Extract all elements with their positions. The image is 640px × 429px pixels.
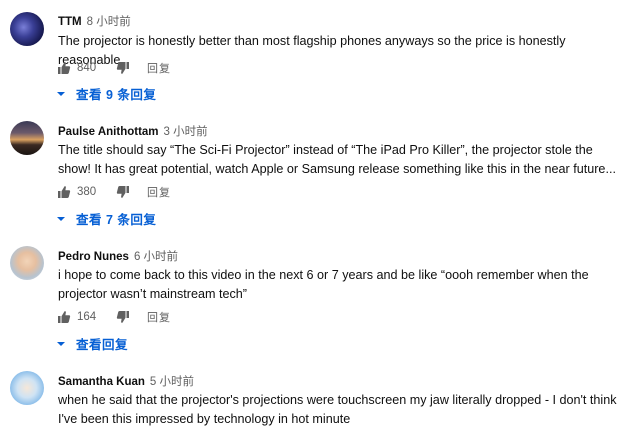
thumbs-down-icon[interactable] bbox=[115, 60, 131, 76]
comment-text: i hope to come back to this video in the… bbox=[58, 268, 589, 301]
like-count: 380 bbox=[77, 186, 97, 198]
comment-actions: 164 回复 bbox=[56, 308, 171, 326]
comment-text: when he said that the projector's projec… bbox=[58, 393, 617, 426]
comment-time[interactable]: 3 小时前 bbox=[164, 123, 208, 139]
view-replies-button[interactable]: 查看 7 条回复 bbox=[56, 209, 156, 228]
comment-time[interactable]: 6 小时前 bbox=[134, 248, 178, 264]
like-count: 840 bbox=[77, 62, 97, 74]
avatar[interactable] bbox=[10, 371, 44, 405]
reply-button[interactable]: 回复 bbox=[147, 60, 171, 76]
thumbs-up-icon[interactable] bbox=[56, 60, 72, 76]
view-replies-label: 查看 9 条回复 bbox=[76, 88, 157, 102]
caret-down-icon bbox=[56, 89, 66, 99]
caret-down-icon bbox=[56, 214, 66, 224]
comment-author[interactable]: Paulse Anithottam bbox=[58, 126, 159, 138]
avatar[interactable] bbox=[10, 12, 44, 46]
comment-actions: 380 回复 bbox=[56, 183, 171, 201]
reply-button[interactable]: 回复 bbox=[147, 309, 171, 325]
comment-text: The title should say “The Sci-Fi Project… bbox=[58, 143, 616, 176]
avatar[interactable] bbox=[10, 121, 44, 155]
reply-button[interactable]: 回复 bbox=[147, 184, 171, 200]
thumbs-up-icon[interactable] bbox=[56, 184, 72, 200]
view-replies-label: 查看回复 bbox=[76, 338, 129, 352]
view-replies-button[interactable]: 查看 9 条回复 bbox=[56, 84, 156, 103]
avatar[interactable] bbox=[10, 246, 44, 280]
comment-author[interactable]: TTM bbox=[58, 16, 82, 28]
view-replies-button[interactable]: 查看回复 bbox=[56, 334, 128, 353]
comment-author[interactable]: Pedro Nunes bbox=[58, 251, 129, 263]
thumbs-up-icon[interactable] bbox=[56, 309, 72, 325]
thumbs-down-icon[interactable] bbox=[115, 184, 131, 200]
caret-down-icon bbox=[56, 339, 66, 349]
comment-time[interactable]: 8 小时前 bbox=[87, 13, 131, 29]
thumbs-down-icon[interactable] bbox=[115, 309, 131, 325]
comment-author[interactable]: Samantha Kuan bbox=[58, 376, 145, 388]
comment-time[interactable]: 5 小时前 bbox=[150, 373, 194, 389]
comment-actions: 840 回复 bbox=[56, 59, 171, 77]
like-count: 164 bbox=[77, 311, 97, 323]
view-replies-label: 查看 7 条回复 bbox=[76, 213, 157, 227]
